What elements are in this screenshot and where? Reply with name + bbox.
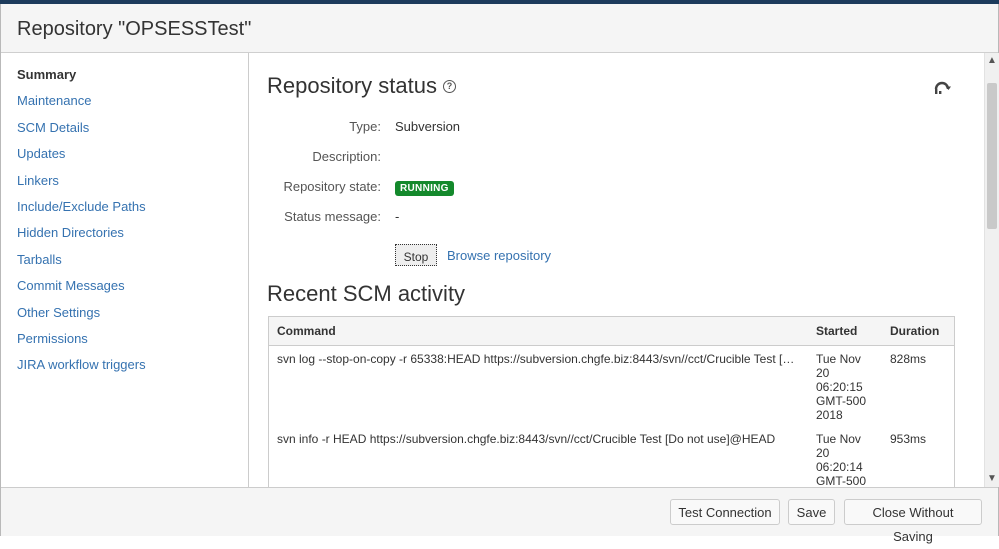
- started-line: 20: [816, 446, 830, 460]
- started-line: 06:20:14: [816, 460, 863, 474]
- scrollbar-thumb[interactable]: [987, 83, 997, 229]
- repository-state-value: RUNNING: [395, 179, 454, 196]
- description-label: Description:: [312, 149, 381, 164]
- refresh-icon[interactable]: [932, 77, 952, 97]
- started-line: Tue Nov: [816, 432, 861, 446]
- question-circle-icon[interactable]: ?: [442, 80, 456, 93]
- type-value: Subversion: [395, 119, 461, 134]
- sidebar-item-linkers[interactable]: Linkers: [1, 173, 248, 199]
- table-row: svn info -r HEAD https://subversion.chgf…: [269, 426, 955, 487]
- close-without-saving-button[interactable]: Close Without Saving: [844, 499, 982, 544]
- scm-activity-table: Command Started Duration svn log --stop-…: [268, 316, 955, 487]
- repository-state-label: Repository state:: [283, 179, 381, 194]
- recent-scm-activity-heading: Recent SCM activity: [267, 281, 466, 306]
- status-badge: RUNNING: [395, 181, 454, 196]
- save-button[interactable]: Save: [788, 499, 835, 525]
- sidebar-item-scm-details[interactable]: SCM Details: [1, 120, 248, 146]
- started-column-header: Started: [808, 316, 882, 346]
- started-cell: Tue Nov 20 06:20:15 GMT-500 2018: [808, 346, 882, 427]
- type-row: Type: Subversion: [249, 119, 749, 137]
- started-line: 06:20:15: [816, 380, 863, 394]
- type-label: Type:: [349, 119, 381, 134]
- started-line: 20: [816, 366, 830, 380]
- sidebar-item-include-exclude-paths[interactable]: Include/Exclude Paths: [1, 199, 248, 225]
- command-column-header: Command: [268, 316, 808, 346]
- main-content: Repository status? Type: Subversion Desc…: [249, 53, 983, 487]
- duration-cell: 828ms: [890, 352, 927, 366]
- status-message-value: -: [395, 209, 400, 224]
- sidebar-item-jira-workflow-triggers[interactable]: JIRA workflow triggers: [1, 357, 248, 383]
- started-line: GMT-500: [816, 474, 867, 487]
- command-cell: svn log --stop-on-copy -r 65338:HEAD htt…: [277, 352, 808, 366]
- dialog-header: Repository "OPSESSTest": [1, 4, 998, 53]
- repository-status-heading: Repository status?: [267, 73, 456, 99]
- sidebar-item-permissions[interactable]: Permissions: [1, 331, 248, 357]
- sidebar-item-maintenance[interactable]: Maintenance: [1, 93, 248, 119]
- sidebar-item-updates[interactable]: Updates: [1, 146, 248, 172]
- sidebar-item-summary[interactable]: Summary: [1, 67, 248, 93]
- browse-repository-link[interactable]: Browse repository: [447, 248, 551, 263]
- scroll-up-arrow-icon[interactable]: ▲: [985, 53, 999, 69]
- description-row: Description:: [249, 149, 749, 167]
- sidebar-item-commit-messages[interactable]: Commit Messages: [1, 278, 248, 304]
- status-message-label: Status message:: [284, 209, 381, 224]
- content-scrollbar[interactable]: ▲ ▼: [984, 53, 999, 487]
- dialog-title: Repository "OPSESSTest": [17, 18, 252, 40]
- status-message-row: Status message: -: [249, 209, 749, 227]
- started-line: 2018: [816, 408, 843, 422]
- duration-column-header: Duration: [882, 316, 955, 346]
- sidebar-item-hidden-directories[interactable]: Hidden Directories: [1, 225, 248, 251]
- repository-dialog: Repository "OPSESSTest" Summary Maintena…: [0, 4, 999, 544]
- sidebar-nav: Summary Maintenance SCM Details Updates …: [1, 53, 249, 487]
- scroll-down-arrow-icon[interactable]: ▼: [985, 471, 999, 487]
- dialog-footer: Test Connection Save Close Without Savin…: [1, 487, 998, 544]
- command-cell: svn info -r HEAD https://subversion.chgf…: [277, 432, 776, 446]
- table-header-row: Command Started Duration: [268, 316, 955, 346]
- table-row: svn log --stop-on-copy -r 65338:HEAD htt…: [269, 346, 955, 427]
- duration-cell: 953ms: [890, 432, 927, 446]
- stop-button[interactable]: Stop: [395, 244, 437, 266]
- sidebar-item-other-settings[interactable]: Other Settings: [1, 305, 248, 331]
- sidebar-item-tarballs[interactable]: Tarballs: [1, 252, 248, 278]
- started-line: Tue Nov: [816, 352, 861, 366]
- test-connection-button[interactable]: Test Connection: [670, 499, 780, 525]
- started-cell: Tue Nov 20 06:20:14 GMT-500 2018: [808, 426, 882, 487]
- repository-state-row: Repository state: RUNNING: [249, 179, 749, 197]
- repository-status-title: Repository status: [267, 73, 437, 98]
- started-line: GMT-500: [816, 394, 867, 408]
